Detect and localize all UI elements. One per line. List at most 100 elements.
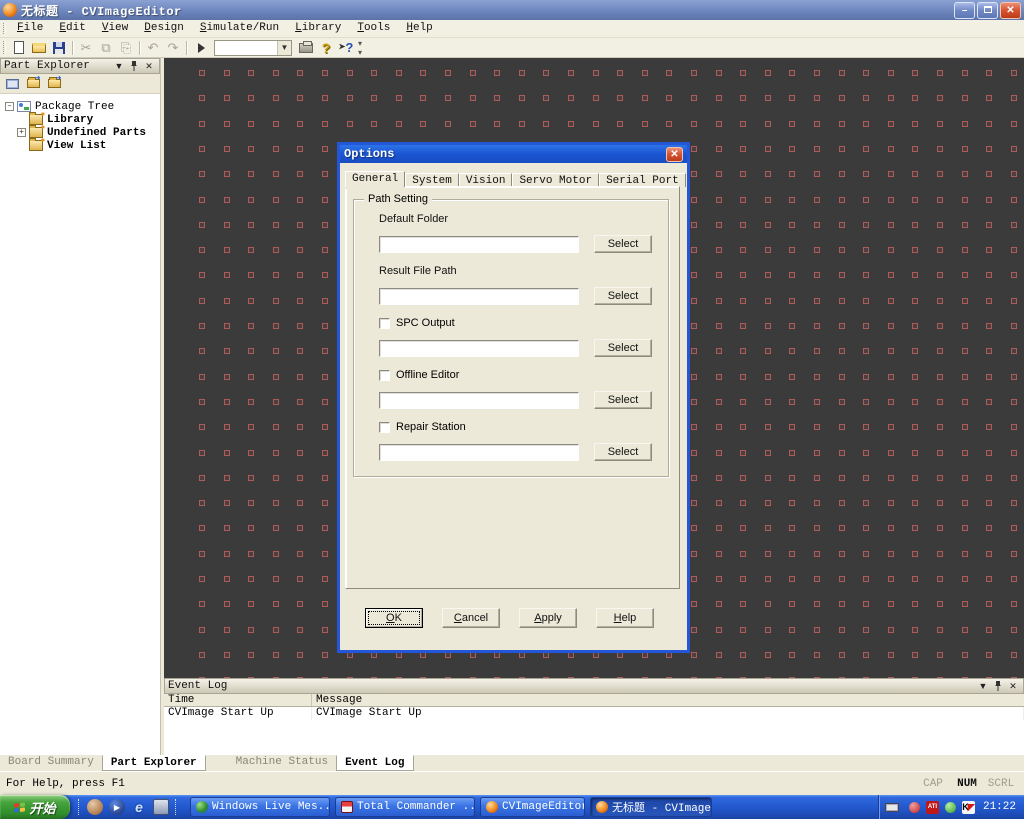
help-button[interactable]: Help	[596, 608, 654, 628]
tree-expand-icon[interactable]: +	[17, 128, 26, 137]
task-button-4[interactable]: 无标题 - CVImage...	[590, 797, 712, 817]
options-tab-vision[interactable]: Vision	[459, 173, 513, 187]
select-button-default-folder[interactable]: Select	[594, 235, 652, 253]
copy-button[interactable]: ⧉	[96, 39, 116, 57]
menu-item-file[interactable]: File	[9, 20, 51, 37]
pad-square	[1011, 95, 1017, 101]
checkbox-repair-station[interactable]: Repair Station	[379, 421, 466, 433]
keyboard-layout-icon[interactable]	[885, 803, 899, 812]
close-button[interactable]: ✕	[1000, 2, 1021, 19]
panel-menu-chevron-icon[interactable]: ▼	[112, 60, 126, 73]
menu-item-edit[interactable]: Edit	[51, 20, 93, 37]
cancel-button[interactable]: Cancel	[442, 608, 500, 628]
menu-item-view[interactable]: View	[94, 20, 136, 37]
tree-root-row[interactable]: –Package Tree	[2, 100, 160, 113]
pad-square	[248, 272, 254, 278]
open-button[interactable]	[29, 39, 49, 57]
print-button[interactable]	[296, 39, 316, 57]
panel-pin-icon[interactable]	[127, 60, 141, 73]
select-button-repair-station[interactable]: Select	[594, 443, 652, 461]
tray-red-icon[interactable]	[909, 802, 920, 813]
menu-item-help[interactable]: Help	[398, 20, 440, 37]
ati-tray-icon[interactable]: ATI	[926, 801, 939, 814]
help-button[interactable]: ?	[316, 39, 336, 57]
open-package-button[interactable]	[45, 76, 63, 92]
dock-tab-machine-status[interactable]: Machine Status	[228, 755, 336, 771]
checkbox-box[interactable]	[379, 422, 390, 433]
dock-tab-part-explorer[interactable]: Part Explorer	[102, 755, 206, 771]
task-button-3[interactable]: CVImageEditor - ...	[480, 797, 585, 817]
mail-client-icon[interactable]	[153, 799, 169, 815]
input-offline-editor[interactable]	[379, 392, 579, 409]
pad-square	[863, 475, 869, 481]
start-button[interactable]: 开始	[0, 795, 70, 819]
dock-tab-event-log[interactable]: Event Log	[336, 755, 413, 771]
options-tab-system[interactable]: System	[405, 173, 459, 187]
panel-close-icon[interactable]: ✕	[1006, 680, 1020, 693]
toolbar-combobox[interactable]: ▼	[214, 40, 292, 56]
dock-tab-board-summary[interactable]: Board Summary	[0, 755, 102, 771]
menu-item-design[interactable]: Design	[136, 20, 192, 37]
menu-item-simulate-run[interactable]: Simulate/Run	[192, 20, 287, 37]
pad-square	[297, 197, 303, 203]
redo-button[interactable]: ↷	[163, 39, 183, 57]
pad-square	[322, 247, 328, 253]
pad-square	[986, 450, 992, 456]
board-view-button[interactable]	[3, 76, 21, 92]
tray-green-agent-icon[interactable]	[945, 802, 956, 813]
input-result-file-path[interactable]	[379, 288, 579, 305]
internet-explorer-icon[interactable]: e	[131, 799, 147, 815]
toolbar-overflow-chevron[interactable]: ▾▾	[358, 39, 362, 57]
checkbox-spc-output[interactable]: SPC Output	[379, 317, 455, 329]
group-title: Path Setting	[364, 193, 432, 205]
task-button-2[interactable]: Total Commander ...	[335, 797, 475, 817]
tree-item-undefined-parts[interactable]: +Undefined Parts	[2, 126, 160, 139]
select-button-spc-output[interactable]: Select	[594, 339, 652, 357]
undo-button[interactable]: ↶	[143, 39, 163, 57]
pad-square	[839, 399, 845, 405]
pad-square	[814, 323, 820, 329]
run-button[interactable]	[190, 39, 210, 57]
select-button-offline-editor[interactable]: Select	[594, 391, 652, 409]
select-button-result-file-path[interactable]: Select	[594, 287, 652, 305]
restore-button[interactable]	[977, 2, 998, 19]
tree-item-library[interactable]: Library	[2, 113, 160, 126]
checkbox-box[interactable]	[379, 318, 390, 329]
cut-button[interactable]: ✂	[76, 39, 96, 57]
log-column-time[interactable]: Time	[164, 694, 312, 706]
new-package-button[interactable]	[24, 76, 42, 92]
input-default-folder[interactable]	[379, 236, 579, 253]
input-repair-station[interactable]	[379, 444, 579, 461]
input-spc-output[interactable]	[379, 340, 579, 357]
kaspersky-tray-icon[interactable]: K◤	[962, 801, 975, 814]
panel-close-icon[interactable]: ✕	[142, 60, 156, 73]
context-help-button[interactable]: ?	[336, 39, 356, 57]
media-globe-icon[interactable]	[87, 799, 103, 815]
apply-button[interactable]: Apply	[519, 608, 577, 628]
options-tab-serial-port[interactable]: Serial Port	[599, 173, 686, 187]
paste-button[interactable]: ⎘	[116, 39, 136, 57]
panel-menu-chevron-icon[interactable]: ▼	[976, 680, 990, 693]
tree-item-view-list[interactable]: View List	[2, 139, 160, 152]
save-button[interactable]	[49, 39, 69, 57]
tree-collapse-icon[interactable]: –	[5, 102, 14, 111]
pad-square	[765, 298, 771, 304]
log-row[interactable]: CVImage Start UpCVImage Start Up	[164, 707, 1024, 720]
options-tab-servo-motor[interactable]: Servo Motor	[512, 173, 599, 187]
minimize-button[interactable]: –	[954, 2, 975, 19]
task-button-1[interactable]: Windows Live Mes...	[190, 797, 330, 817]
media-player-icon[interactable]: ▶	[109, 799, 125, 815]
log-column-message[interactable]: Message	[312, 694, 1024, 706]
menu-item-library[interactable]: Library	[287, 20, 349, 37]
checkbox-box[interactable]	[379, 370, 390, 381]
pad-square	[814, 652, 820, 658]
ok-button[interactable]: OK	[365, 608, 423, 628]
chevron-down-icon[interactable]: ▼	[277, 41, 291, 55]
taskbar-clock[interactable]: 21:22	[983, 801, 1016, 813]
options-tab-general[interactable]: General	[345, 171, 405, 187]
new-button[interactable]	[9, 39, 29, 57]
panel-pin-icon[interactable]	[991, 680, 1005, 693]
menu-item-tools[interactable]: Tools	[349, 20, 398, 37]
checkbox-offline-editor[interactable]: Offline Editor	[379, 369, 459, 381]
dialog-close-button[interactable]: ✕	[666, 147, 683, 162]
